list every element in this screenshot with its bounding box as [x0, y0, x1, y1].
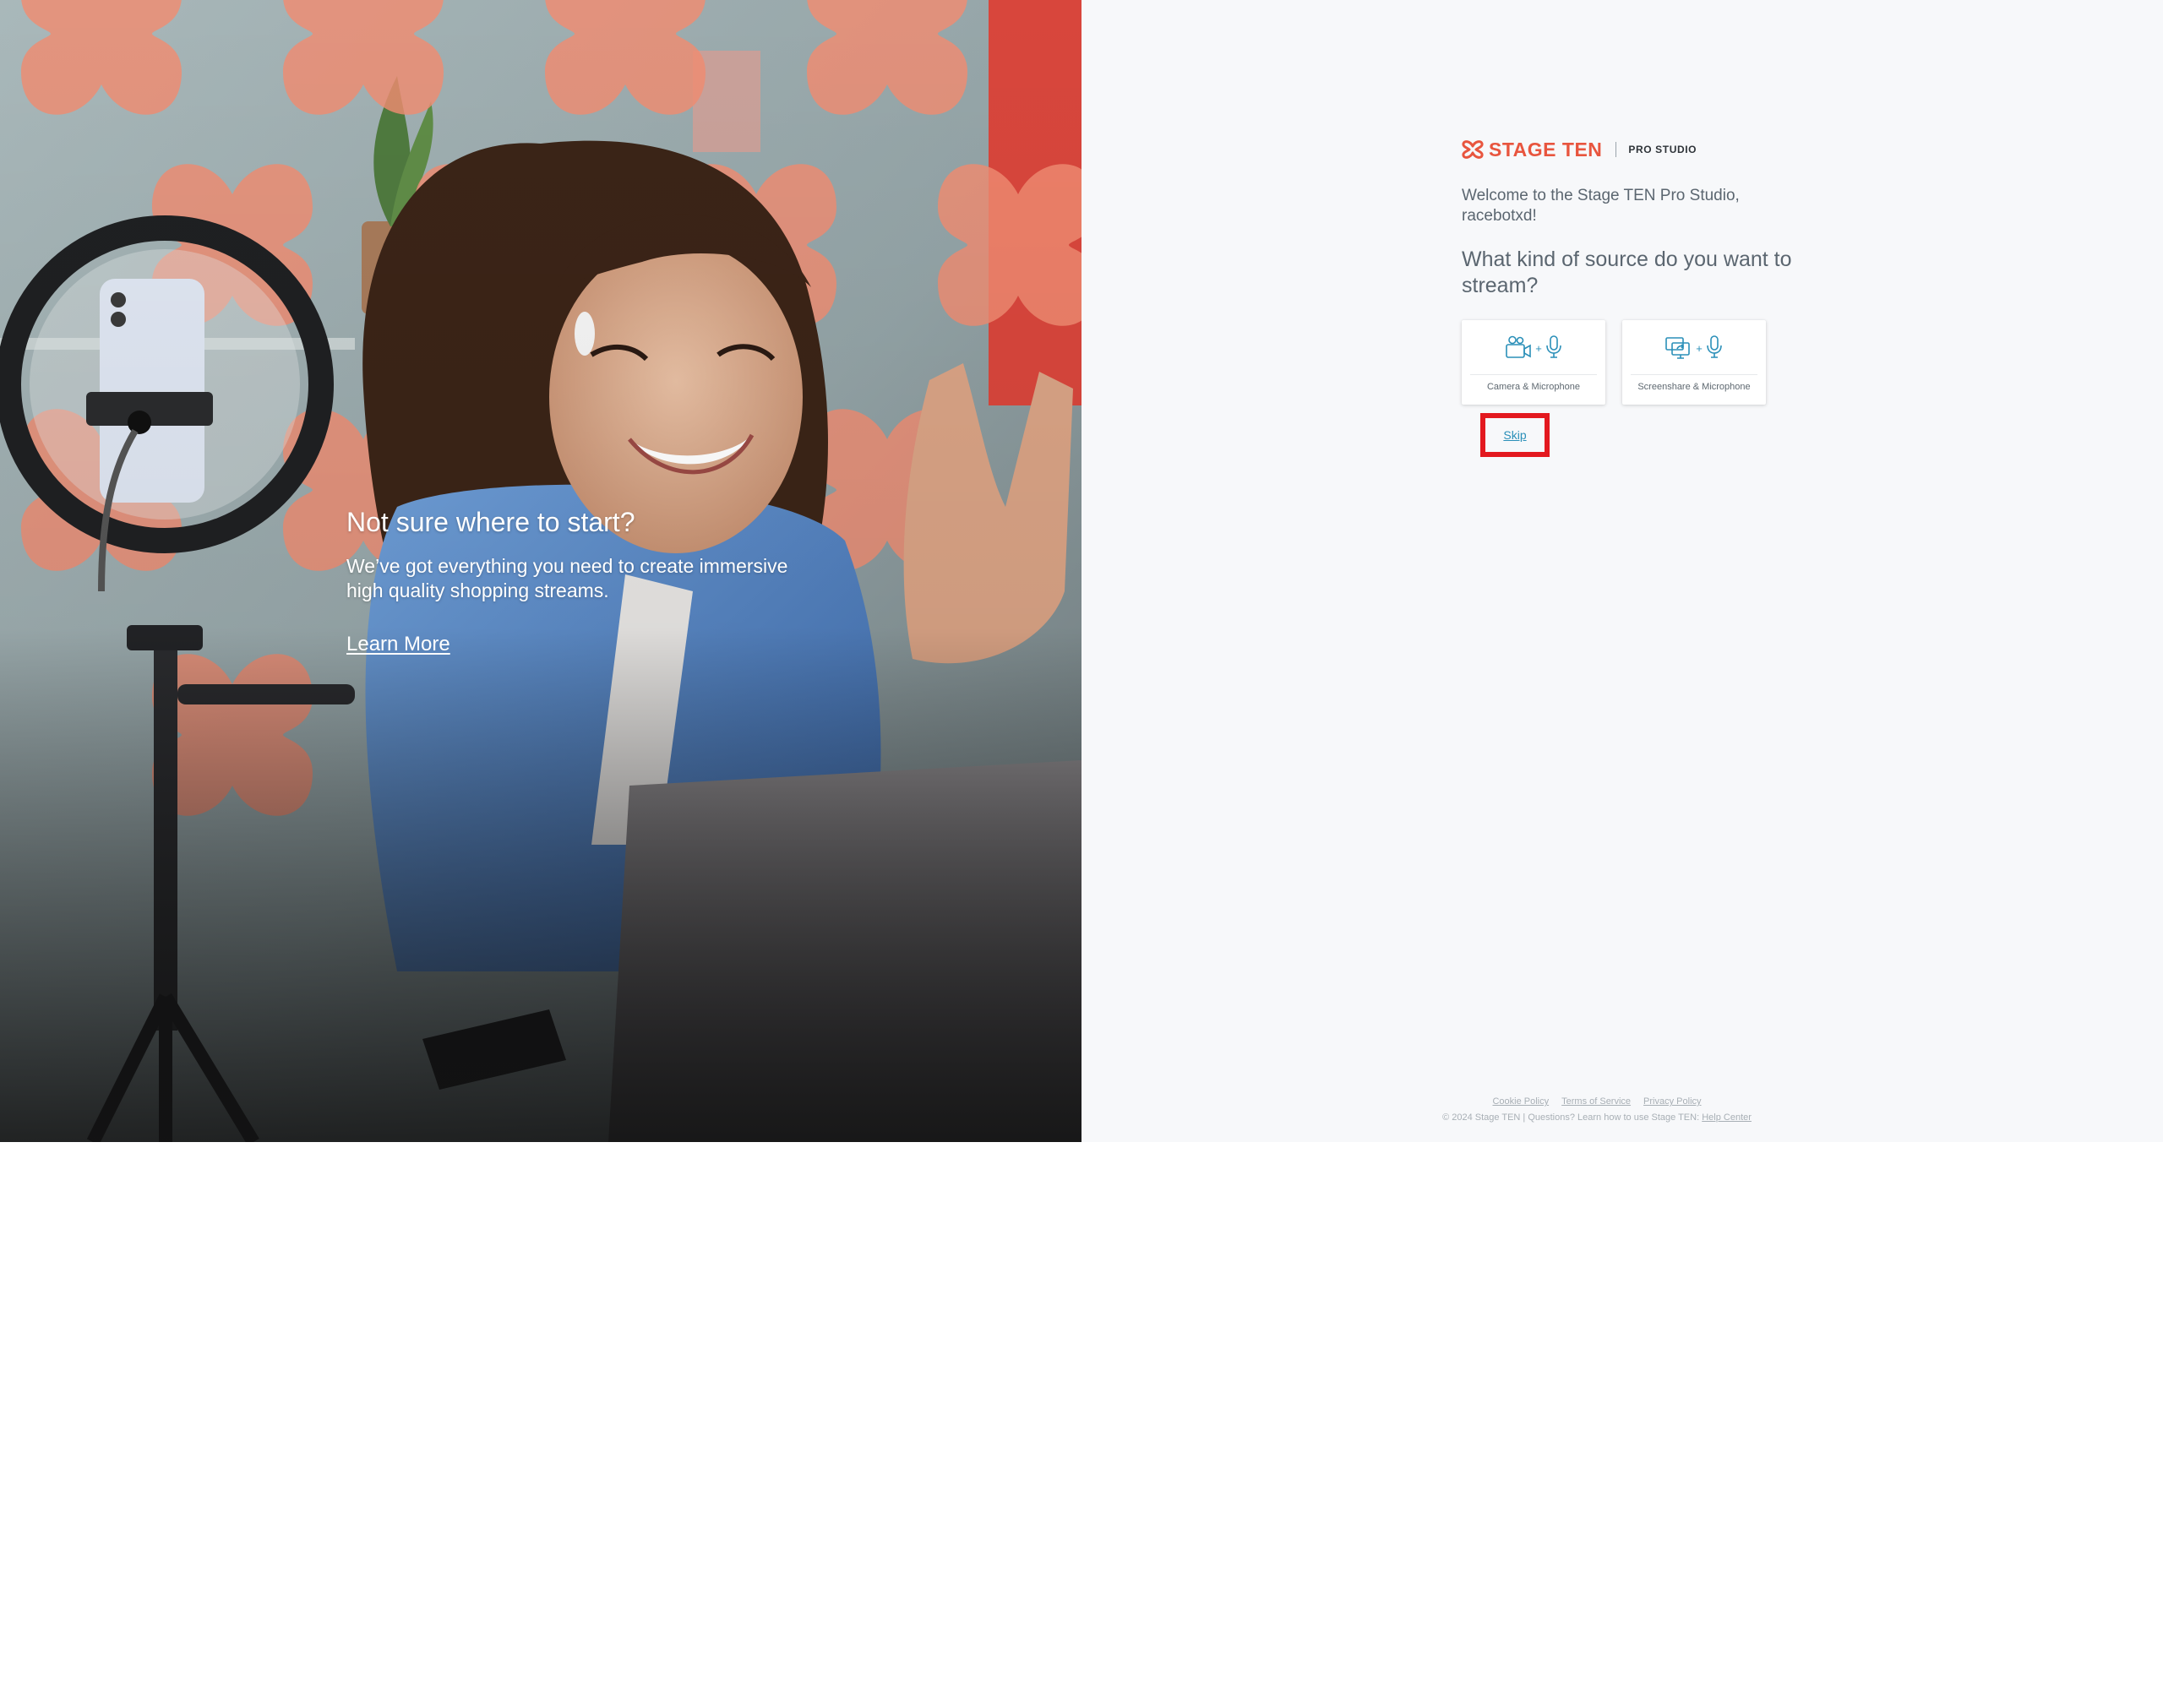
welcome-text: Welcome to the Stage TEN Pro Studio, rac… — [1462, 187, 1740, 225]
terms-of-service-link[interactable]: Terms of Service — [1561, 1095, 1631, 1108]
cookie-policy-link[interactable]: Cookie Policy — [1492, 1095, 1549, 1108]
microphone-icon — [1706, 335, 1722, 358]
privacy-policy-link[interactable]: Privacy Policy — [1643, 1095, 1701, 1108]
option-label: Camera & Microphone — [1486, 382, 1581, 392]
source-options: + Camera & Microphone + Screenshare & Mi… — [1462, 320, 1800, 405]
option-icons: + — [1504, 320, 1563, 374]
source-question: What kind of source do you want to strea… — [1462, 247, 1792, 297]
option-label: Screenshare & Microphone — [1637, 382, 1751, 392]
footer-links: Cookie Policy Terms of Service Privacy P… — [1386, 1095, 1808, 1108]
option-divider — [1631, 374, 1757, 375]
microphone-icon — [1545, 335, 1561, 358]
brand-separator — [1615, 142, 1617, 157]
hero-title: Not sure where to start? — [346, 507, 635, 537]
stage-ten-logo-icon — [1462, 140, 1484, 159]
footer: Cookie Policy Terms of Service Privacy P… — [1386, 1095, 1808, 1124]
screenshare-microphone-option[interactable]: + Screenshare & Microphone — [1622, 320, 1766, 405]
skip-highlight-box: Skip — [1480, 413, 1550, 457]
footer-copyright: © 2024 Stage TEN | Questions? Learn how … — [1386, 1111, 1808, 1124]
plus-sign: + — [1535, 341, 1542, 355]
app-root: Not sure where to start? We’ve got every… — [0, 0, 2163, 1142]
help-center-link[interactable]: Help Center — [1702, 1112, 1752, 1123]
plus-sign: + — [1696, 341, 1703, 355]
brand-name: STAGE TEN — [1489, 138, 1603, 160]
screenshare-icon — [1665, 337, 1691, 359]
hero-panel: Not sure where to start? We’ve got every… — [0, 0, 1082, 1142]
onboarding-content: STAGE TEN PRO STUDIO Welcome to the Stag… — [1462, 135, 1800, 405]
camera-microphone-option[interactable]: + Camera & Microphone — [1462, 320, 1605, 405]
onboarding-panel: STAGE TEN PRO STUDIO Welcome to the Stag… — [1082, 0, 2163, 1142]
copyright-text: © 2024 Stage TEN | Questions? Learn how … — [1442, 1112, 1700, 1123]
hero-subtitle: We’ve got everything you need to create … — [346, 555, 788, 601]
skip-link[interactable]: Skip — [1503, 428, 1526, 442]
learn-more-link[interactable]: Learn More — [346, 632, 450, 657]
brand-product: PRO STUDIO — [1628, 144, 1697, 155]
brand-header: STAGE TEN PRO STUDIO — [1462, 135, 1800, 164]
camera-icon — [1506, 335, 1532, 358]
option-icons: + — [1664, 320, 1724, 374]
hero-copy: Not sure where to start? We’ve got every… — [346, 505, 820, 657]
option-divider — [1470, 374, 1597, 375]
